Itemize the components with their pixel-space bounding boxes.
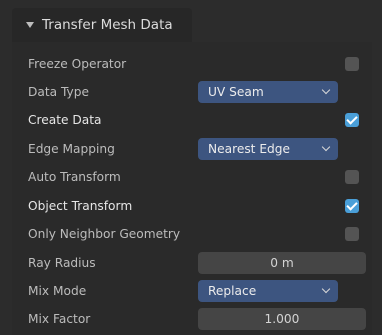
- create-data-checkbox[interactable]: [345, 113, 359, 127]
- mix-mode-value: Replace: [208, 284, 257, 298]
- chevron-down-icon: [321, 284, 331, 294]
- row-object-transform: Object Transform: [12, 192, 372, 220]
- disclosure-triangle-down-icon: [26, 22, 34, 28]
- chevron-down-icon: [321, 142, 331, 152]
- data-type-value: UV Seam: [208, 85, 264, 99]
- row-ray-radius: Ray Radius 0 m: [12, 249, 372, 277]
- mix-factor-value: 1.000: [264, 312, 300, 326]
- mix-mode-dropdown[interactable]: Replace: [198, 280, 338, 302]
- ray-radius-label: Ray Radius: [28, 256, 96, 270]
- row-auto-transform: Auto Transform: [12, 163, 372, 191]
- row-mix-mode: Mix Mode Replace: [12, 277, 372, 305]
- panel-body: Freeze Operator Data Type UV Seam Create…: [12, 42, 372, 335]
- mix-factor-label: Mix Factor: [28, 312, 91, 326]
- edge-mapping-label: Edge Mapping: [28, 142, 115, 156]
- auto-transform-label: Auto Transform: [28, 170, 121, 184]
- auto-transform-checkbox[interactable]: [345, 170, 359, 184]
- edge-mapping-dropdown[interactable]: Nearest Edge: [198, 138, 338, 160]
- only-neighbor-geometry-label: Only Neighbor Geometry: [28, 227, 181, 241]
- mix-mode-label: Mix Mode: [28, 284, 87, 298]
- redo-panel: Transfer Mesh Data Freeze Operator Data …: [0, 0, 382, 335]
- create-data-label: Create Data: [28, 113, 102, 127]
- row-freeze-operator: Freeze Operator: [12, 50, 372, 78]
- ray-radius-field[interactable]: 0 m: [198, 252, 366, 274]
- freeze-operator-checkbox[interactable]: [345, 57, 359, 71]
- panel-header[interactable]: Transfer Mesh Data: [12, 8, 192, 42]
- edge-mapping-value: Nearest Edge: [208, 142, 290, 156]
- row-create-data: Create Data: [12, 106, 372, 134]
- freeze-operator-label: Freeze Operator: [28, 57, 127, 71]
- row-mix-factor: Mix Factor 1.000: [12, 305, 372, 333]
- row-edge-mapping: Edge Mapping Nearest Edge: [12, 135, 372, 163]
- chevron-down-icon: [321, 85, 331, 95]
- data-type-dropdown[interactable]: UV Seam: [198, 81, 338, 103]
- ray-radius-value: 0 m: [270, 256, 294, 270]
- object-transform-checkbox[interactable]: [345, 199, 359, 213]
- mix-factor-field[interactable]: 1.000: [198, 308, 366, 330]
- object-transform-label: Object Transform: [28, 199, 133, 213]
- only-neighbor-geometry-checkbox[interactable]: [345, 227, 359, 241]
- panel-title: Transfer Mesh Data: [42, 17, 173, 33]
- row-only-neighbor-geometry: Only Neighbor Geometry: [12, 220, 372, 248]
- data-type-label: Data Type: [28, 85, 89, 99]
- row-data-type: Data Type UV Seam: [12, 78, 372, 106]
